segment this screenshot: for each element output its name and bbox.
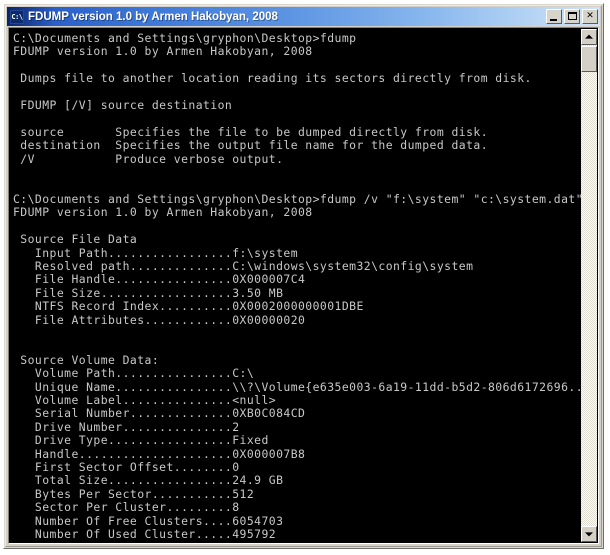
scroll-down-button[interactable] — [581, 526, 597, 542]
console-screen[interactable]: C:\Documents and Settings\gryphon\Deskto… — [10, 29, 581, 542]
close-icon: ✕ — [586, 11, 594, 21]
maximize-icon — [568, 12, 577, 20]
caption-button-group: ✕ — [546, 9, 598, 24]
fdump-console-window: C:\ FDUMP version 1.0 by Armen Hakobyan,… — [3, 3, 604, 549]
window-title: FDUMP version 1.0 by Armen Hakobyan, 200… — [28, 10, 278, 23]
minimize-icon — [550, 19, 557, 21]
window-inner-frame: C:\ FDUMP version 1.0 by Armen Hakobyan,… — [5, 5, 602, 547]
console-app-icon: C:\ — [10, 9, 24, 24]
maximize-button[interactable] — [564, 9, 580, 24]
scroll-up-arrow-icon — [585, 34, 593, 39]
scroll-down-arrow-icon — [585, 532, 593, 537]
console-frame: C:\Documents and Settings\gryphon\Deskto… — [8, 27, 599, 544]
scrollbar-thumb[interactable] — [581, 46, 597, 72]
console-client-area: C:\Documents and Settings\gryphon\Deskto… — [8, 27, 599, 544]
minimize-button[interactable] — [546, 9, 562, 24]
close-button[interactable]: ✕ — [582, 9, 598, 24]
vertical-scrollbar[interactable] — [581, 29, 597, 542]
title-bar[interactable]: C:\ FDUMP version 1.0 by Armen Hakobyan,… — [7, 7, 600, 26]
scroll-up-button[interactable] — [581, 29, 597, 45]
console-output-text: C:\Documents and Settings\gryphon\Deskto… — [13, 31, 581, 542]
